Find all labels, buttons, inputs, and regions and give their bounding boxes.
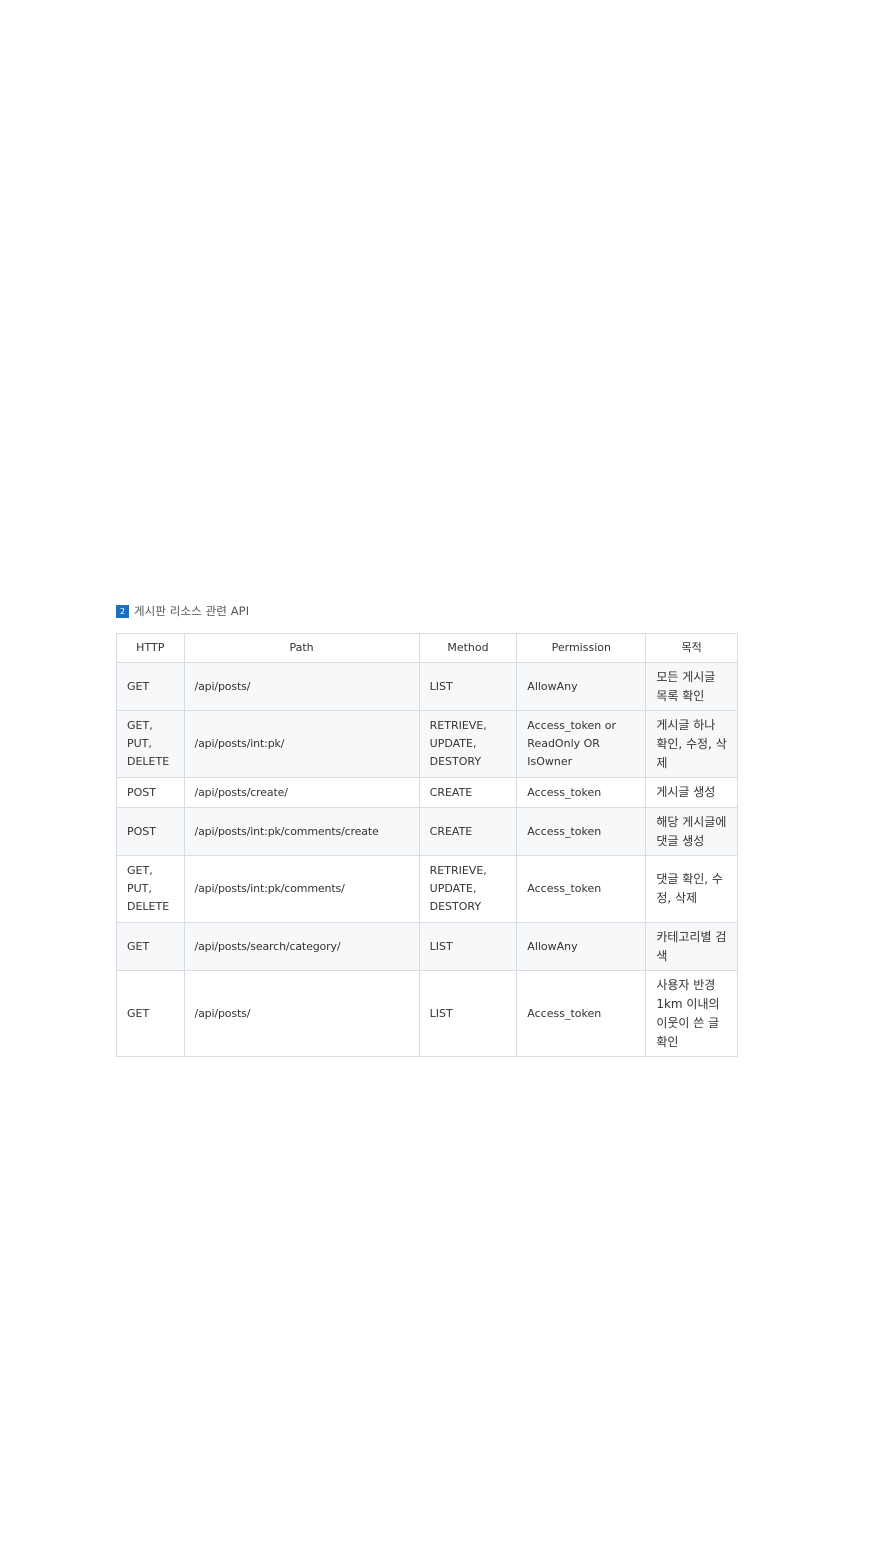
table-row: POST /api/posts/int:pk/comments/create C… xyxy=(116,807,738,856)
cell-permission: Access_token xyxy=(516,970,647,1057)
table-row: GET, PUT, DELETE /api/posts/int:pk/ RETR… xyxy=(116,710,738,778)
table-header-row: HTTP Path Method Permission 목적 xyxy=(116,633,738,663)
cell-purpose: 해당 게시글에 댓글 생성 xyxy=(645,807,738,856)
cell-method: RETRIEVE, UPDATE, DESTORY xyxy=(418,855,518,923)
section-number-badge: 2 xyxy=(116,604,129,618)
cell-method: CREATE xyxy=(418,807,518,856)
header-http: HTTP xyxy=(116,633,185,663)
header-purpose: 목적 xyxy=(645,633,738,663)
table-row: GET /api/posts/ LIST Access_token 사용자 반경… xyxy=(116,970,738,1057)
cell-http: GET, PUT, DELETE xyxy=(116,710,185,778)
cell-path: /api/posts/search/category/ xyxy=(183,922,420,971)
cell-permission: Access_token xyxy=(516,777,647,808)
section-heading: 2 게시판 리소스 관련 API xyxy=(116,602,740,620)
api-section: 2 게시판 리소스 관련 API HTTP Path Method Permis… xyxy=(116,602,740,1057)
cell-permission: AllowAny xyxy=(516,922,647,971)
table-row: GET /api/posts/search/category/ LIST All… xyxy=(116,922,738,971)
cell-path: /api/posts/ xyxy=(183,662,420,711)
api-table: HTTP Path Method Permission 목적 GET /api/… xyxy=(116,633,738,1057)
cell-path: /api/posts/int:pk/comments/ xyxy=(183,855,420,923)
cell-purpose: 게시글 하나 확인, 수정, 삭제 xyxy=(645,710,738,778)
cell-permission: Access_token xyxy=(516,855,647,923)
cell-method: LIST xyxy=(418,970,518,1057)
cell-method: CREATE xyxy=(418,777,518,808)
cell-http: GET xyxy=(116,922,185,971)
cell-http: POST xyxy=(116,777,185,808)
cell-http: POST xyxy=(116,807,185,856)
table-row: POST /api/posts/create/ CREATE Access_to… xyxy=(116,777,738,808)
header-permission: Permission xyxy=(516,633,647,663)
cell-path: /api/posts/ xyxy=(183,970,420,1057)
cell-purpose: 사용자 반경 1km 이내의 이웃이 쓴 글 확인 xyxy=(645,970,738,1057)
header-method: Method xyxy=(418,633,518,663)
cell-http: GET, PUT, DELETE xyxy=(116,855,185,923)
cell-method: LIST xyxy=(418,662,518,711)
cell-permission: AllowAny xyxy=(516,662,647,711)
cell-method: LIST xyxy=(418,922,518,971)
cell-http: GET xyxy=(116,970,185,1057)
cell-permission: Access_token or ReadOnly OR IsOwner xyxy=(516,710,647,778)
cell-path: /api/posts/create/ xyxy=(183,777,420,808)
cell-path: /api/posts/int:pk/comments/create xyxy=(183,807,420,856)
cell-purpose: 카테고리별 검색 xyxy=(645,922,738,971)
table-row: GET /api/posts/ LIST AllowAny 모든 게시글 목록 … xyxy=(116,662,738,711)
cell-permission: Access_token xyxy=(516,807,647,856)
cell-http: GET xyxy=(116,662,185,711)
section-title: 게시판 리소스 관련 API xyxy=(134,604,250,618)
cell-path: /api/posts/int:pk/ xyxy=(183,710,420,778)
cell-method: RETRIEVE, UPDATE, DESTORY xyxy=(418,710,518,778)
cell-purpose: 댓글 확인, 수정, 삭제 xyxy=(645,855,738,923)
table-row: GET, PUT, DELETE /api/posts/int:pk/comme… xyxy=(116,855,738,923)
cell-purpose: 모든 게시글 목록 확인 xyxy=(645,662,738,711)
cell-purpose: 게시글 생성 xyxy=(645,777,738,808)
header-path: Path xyxy=(183,633,420,663)
